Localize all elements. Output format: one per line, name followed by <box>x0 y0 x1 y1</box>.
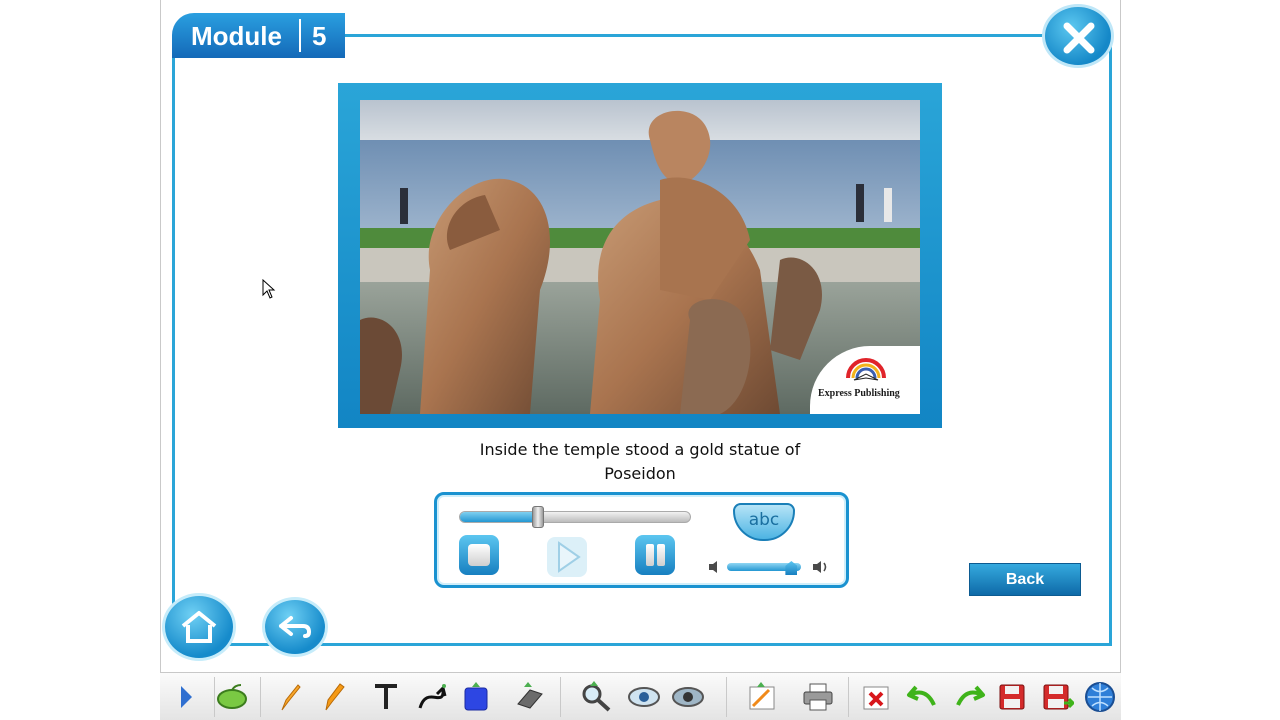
publisher-logo-text: Express Publishing <box>818 388 900 399</box>
caption-line-2: Poseidon <box>604 464 676 483</box>
curve-tool[interactable] <box>414 679 450 715</box>
globe-icon <box>1085 682 1115 712</box>
mouse-cursor-icon <box>262 279 276 299</box>
printer-icon <box>803 683 833 711</box>
close-icon <box>1063 22 1095 54</box>
clear-button[interactable] <box>858 679 894 715</box>
background-right <box>1121 0 1280 720</box>
reveal-tool[interactable] <box>670 679 706 715</box>
volume-control[interactable] <box>707 559 831 575</box>
undo-icon <box>907 685 936 706</box>
redo-button[interactable] <box>952 679 988 715</box>
toolbar-separator <box>260 677 261 717</box>
eye-icon <box>628 687 660 707</box>
curve-icon <box>418 684 447 709</box>
seek-bar-progress <box>460 512 539 522</box>
stop-button[interactable] <box>459 535 499 575</box>
zoom-tool[interactable] <box>578 679 614 715</box>
module-number: 5 <box>312 21 327 51</box>
video-player-screen[interactable]: Express Publishing <box>360 100 920 414</box>
module-tab: Module 5 <box>172 13 345 58</box>
mouse-tool[interactable] <box>214 679 250 715</box>
save-as-button[interactable] <box>1040 679 1076 715</box>
subtitles-toggle-button[interactable]: abc <box>733 503 795 541</box>
video-frame: Express Publishing <box>338 83 942 428</box>
home-icon <box>181 611 217 643</box>
spotlight-tool[interactable] <box>626 679 662 715</box>
play-button[interactable] <box>545 535 589 579</box>
toolbar-separator <box>560 677 561 717</box>
toolbar-toggle-button[interactable] <box>168 679 204 715</box>
pencil-tool[interactable] <box>272 679 308 715</box>
media-controls: abc <box>434 492 849 588</box>
toolbar-separator <box>726 677 727 717</box>
chevron-right-icon <box>181 686 192 708</box>
floppy-disk-arrow-icon <box>1043 684 1074 710</box>
module-separator <box>299 19 301 52</box>
highlighter-tool[interactable] <box>316 679 352 715</box>
caption-line-1: Inside the temple stood a gold statue of <box>479 440 801 459</box>
eraser-tool[interactable] <box>512 679 548 715</box>
subtitles-label: abc <box>748 510 780 530</box>
seek-bar-thumb[interactable] <box>532 506 545 528</box>
clear-page-icon <box>863 686 889 710</box>
square-shape-icon <box>464 682 488 711</box>
floppy-disk-icon <box>999 684 1025 710</box>
text-tool[interactable] <box>368 679 404 715</box>
redo-icon <box>956 685 985 706</box>
toolbar-separator <box>848 677 849 717</box>
hidden-eye-icon <box>672 687 704 707</box>
highlighter-icon <box>325 683 345 711</box>
home-button[interactable] <box>162 593 236 661</box>
pencil-icon <box>281 684 301 711</box>
return-arrow-icon <box>279 616 311 638</box>
text-icon <box>375 684 397 709</box>
volume-high-icon <box>813 561 827 573</box>
save-button[interactable] <box>994 679 1030 715</box>
eraser-icon <box>517 682 543 709</box>
undo-button[interactable] <box>904 679 940 715</box>
return-button[interactable] <box>262 597 328 657</box>
web-button[interactable] <box>1082 679 1118 715</box>
shape-tool[interactable] <box>458 679 494 715</box>
volume-thumb[interactable] <box>785 561 798 575</box>
module-label: Module <box>191 21 282 51</box>
volume-track[interactable] <box>727 561 801 575</box>
print-button[interactable] <box>800 679 836 715</box>
magnifier-icon <box>582 681 611 712</box>
close-button[interactable] <box>1042 4 1114 68</box>
bottom-toolbar <box>160 672 1121 720</box>
notes-tool[interactable] <box>744 679 780 715</box>
seek-bar[interactable] <box>459 506 691 528</box>
volume-low-icon <box>709 561 717 573</box>
pause-button[interactable] <box>635 535 675 575</box>
video-caption: Inside the temple stood a gold statue of… <box>440 438 840 486</box>
book-rainbow-icon <box>846 358 886 381</box>
back-button[interactable]: Back <box>969 563 1081 596</box>
mouse-icon <box>217 684 247 709</box>
notepad-icon <box>749 682 775 710</box>
